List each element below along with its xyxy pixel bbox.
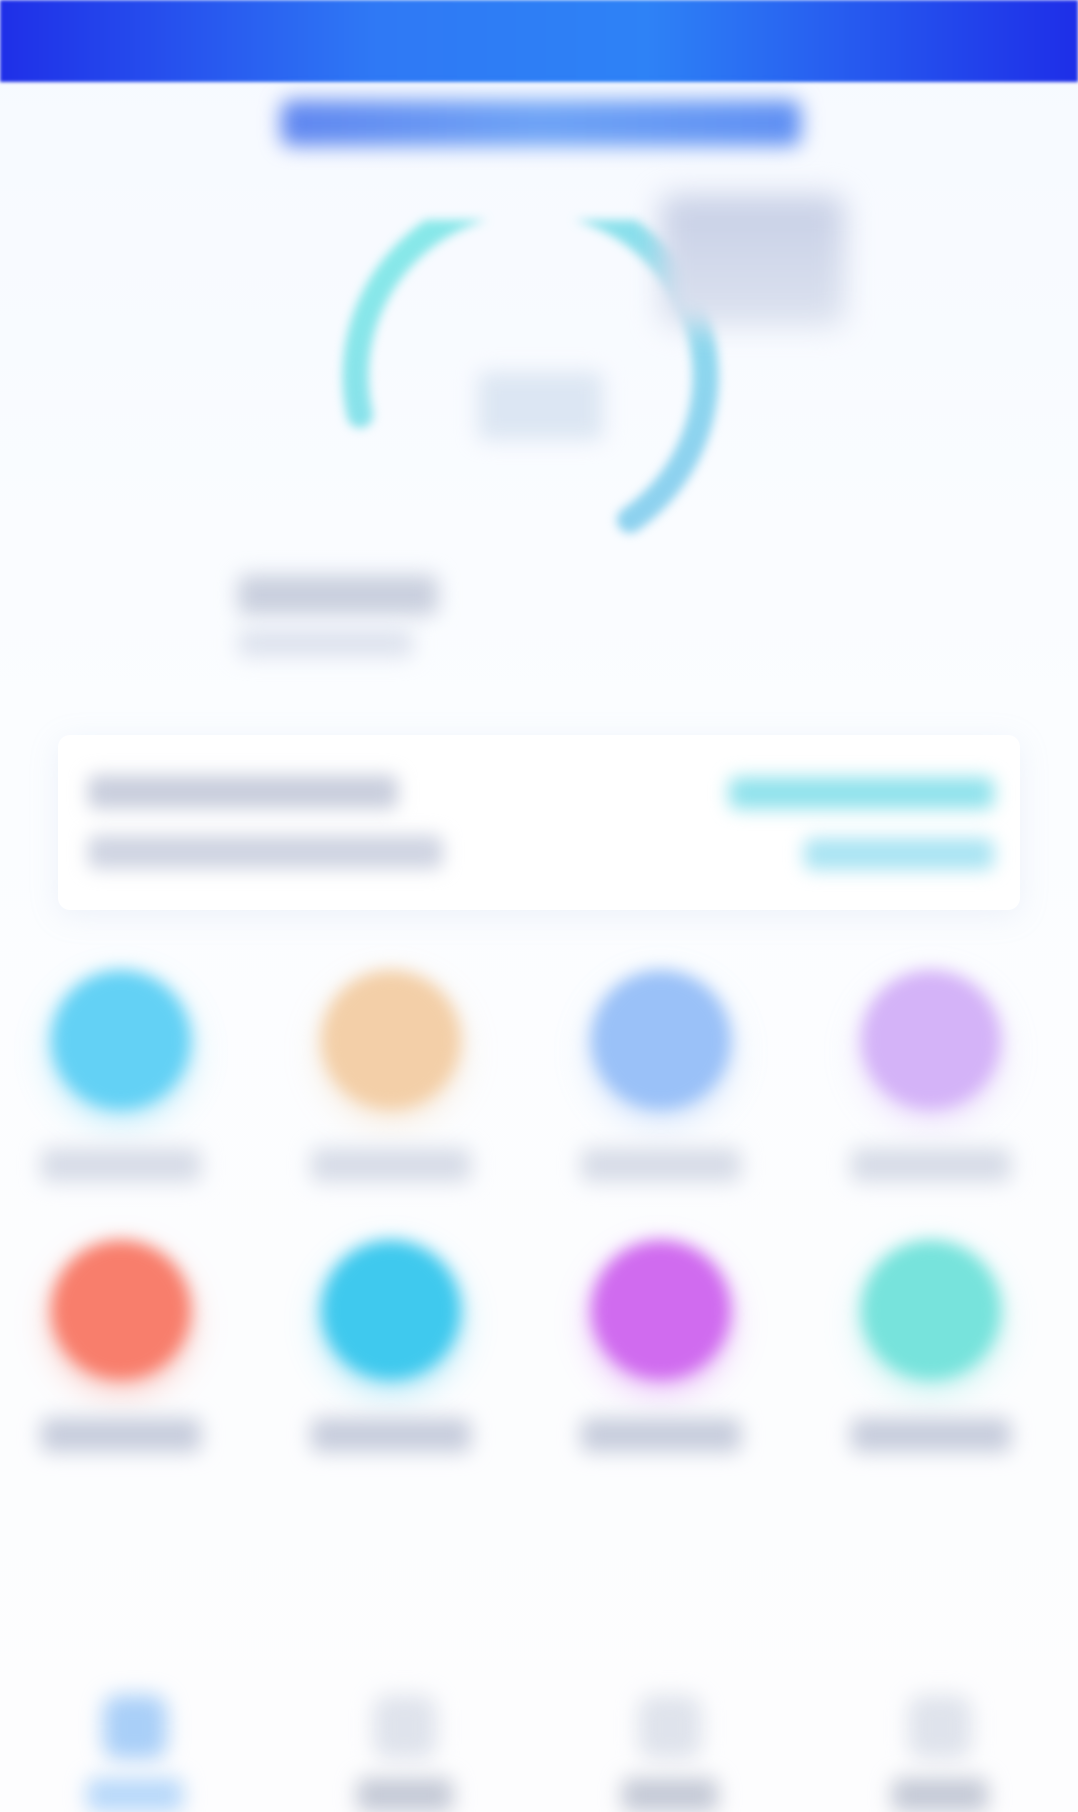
left-stat-value [238,575,438,615]
info-link-1[interactable] [729,777,994,809]
feature-4-icon [861,970,1001,1110]
feature-item-6[interactable] [291,1240,491,1470]
feature-1-icon [51,970,191,1110]
feature-2-icon [321,970,461,1110]
grid-icon [373,1695,437,1759]
feature-7-label [581,1418,741,1452]
info-link-2[interactable] [804,838,994,870]
feature-7-icon [591,1240,731,1380]
gauge-badge [660,195,845,327]
feature-6-icon [321,1240,461,1380]
message-icon [638,1695,702,1759]
feature-item-7[interactable] [561,1240,761,1470]
feature-1-label [41,1148,201,1182]
info-card [58,735,1020,910]
feature-8-icon [861,1240,1001,1380]
nav-item-1[interactable] [55,1670,215,1812]
feature-item-8[interactable] [831,1240,1031,1470]
gauge-arc [342,188,719,533]
banner-title [281,100,801,146]
top-app-bar [0,0,1078,82]
nav-item-3[interactable] [590,1670,750,1812]
feature-6-label [311,1418,471,1452]
app-screen [0,0,1078,1812]
feature-item-2[interactable] [291,970,491,1200]
nav-item-4[interactable] [860,1670,1020,1812]
left-stat [238,575,438,675]
feature-2-label [311,1148,471,1182]
user-icon [908,1695,972,1759]
feature-item-3[interactable] [561,970,761,1200]
feature-item-5[interactable] [21,1240,221,1470]
feature-3-label [581,1148,741,1182]
info-line-2 [88,835,443,869]
nav-item-3-label [622,1778,718,1812]
nav-item-2[interactable] [325,1670,485,1812]
gauge-value [478,372,603,440]
nav-item-4-label [892,1778,988,1812]
feature-3-icon [591,970,731,1110]
bottom-nav [0,1670,1078,1812]
feature-5-label [41,1418,201,1452]
nav-item-1-label [87,1778,183,1812]
feature-8-label [851,1418,1011,1452]
feature-item-4[interactable] [831,970,1031,1200]
feature-5-icon [51,1240,191,1380]
home-icon [103,1695,167,1759]
feature-item-1[interactable] [21,970,221,1200]
nav-item-2-label [357,1778,453,1812]
info-line-1 [88,775,398,809]
feature-4-label [851,1148,1011,1182]
left-stat-label [238,629,413,657]
